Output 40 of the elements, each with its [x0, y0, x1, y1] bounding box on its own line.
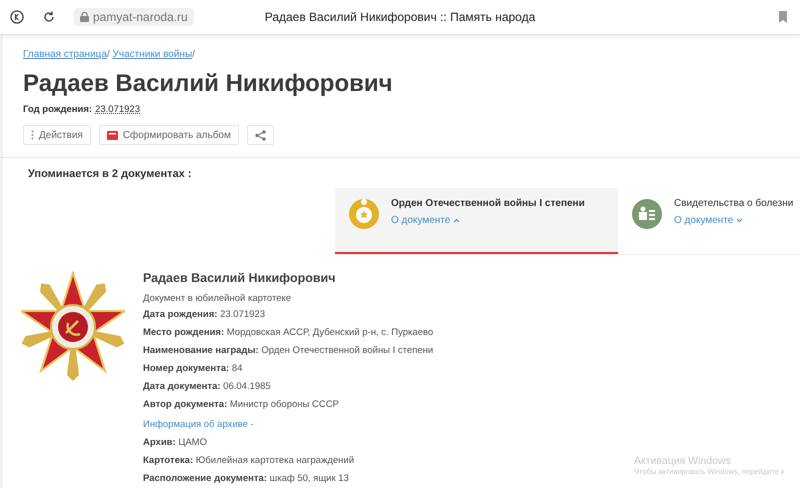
chevron-icon [453, 218, 460, 223]
bookmark-icon[interactable] [776, 10, 790, 24]
share-icon [254, 130, 266, 140]
document-field: Дата документа: 06.04.1985 [143, 378, 434, 396]
breadcrumb-link[interactable]: Главная страница [23, 49, 107, 60]
breadcrumb-separator: / [192, 49, 195, 60]
actions-button[interactable]: Действия [23, 125, 91, 145]
archive-info-link[interactable]: Информация об архиве - [143, 419, 254, 430]
lock-icon [80, 12, 89, 22]
pdf-icon [106, 130, 118, 140]
breadcrumb-link[interactable]: Участники войны [112, 49, 192, 60]
document-person-name: Радаев Василий Никифорович [143, 271, 336, 285]
mentions-heading: Упоминается в 2 документах : [27, 167, 193, 182]
chevron-icon [736, 218, 744, 223]
more-icon [31, 130, 34, 140]
reload-icon[interactable] [42, 10, 56, 24]
document-subtitle: Документ в юбилейной картотеке [143, 293, 292, 304]
about-document-link[interactable]: О документе [674, 215, 794, 226]
document-field: Картотека: Юбилейная картотека награждений [143, 452, 434, 470]
browser-logo-icon[interactable] [10, 10, 24, 24]
document-field: Расположение документа: шкаф 50, ящик 13 [143, 470, 434, 488]
document-field: Дата рождения: 23.071923 [143, 306, 434, 324]
album-button[interactable]: Сформировать альбом [98, 125, 239, 145]
document-field: Архив: ЦАМО [143, 434, 434, 452]
about-document-link[interactable]: О документе [391, 215, 585, 226]
person-name: Радаев Василий Никифорович [23, 70, 394, 98]
address-bar[interactable]: pamyat-naroda.ru [74, 8, 194, 26]
document-title: Свидетельства о болезни [674, 198, 794, 209]
birth-date: 23.071923 [95, 104, 140, 115]
document-field: Номер документа: 84 [143, 360, 434, 378]
document-field: Автор документа: Министр обороны СССР [143, 396, 434, 414]
page-title: Радаев Василий Никифорович :: Память народа [264, 10, 536, 24]
document-field: Наименование награды: Орден Отечественной войны I степени [143, 342, 434, 360]
birth-label: Год рождения: [23, 104, 92, 115]
breadcrumb-separator: / [106, 49, 110, 60]
document-tab[interactable]: Свидетельства о болезни О документе [618, 188, 800, 254]
document-tab[interactable]: Орден Отечественной войны I степени О документе [335, 188, 618, 254]
share-button[interactable] [246, 125, 274, 145]
document-field: Место рождения: Мордовская АССР, Дубенский р-н, с. Пуркаево [143, 324, 434, 342]
document-title: Орден Отечественной войны I степени [391, 198, 585, 209]
